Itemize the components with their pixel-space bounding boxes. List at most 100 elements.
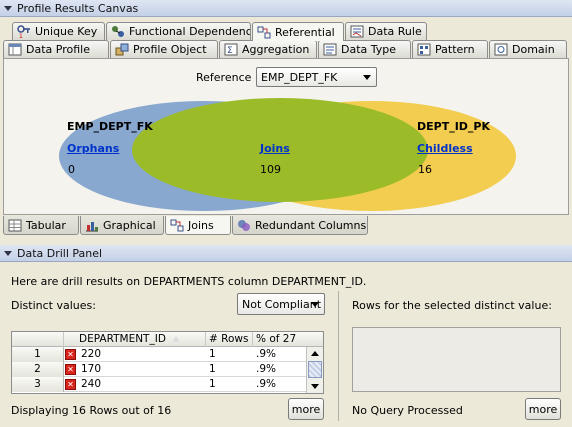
percent-cell: .9%	[256, 378, 276, 390]
non-compliant-icon: ✕	[65, 364, 76, 375]
rows-cell: 1	[209, 363, 216, 375]
tab-row-1: 1 Unique Key Functional Dependency Refer…	[0, 22, 572, 41]
more-rows-button[interactable]: more	[525, 398, 561, 420]
data-profile-icon	[8, 43, 22, 56]
tab-label: Aggregation	[242, 43, 310, 56]
reference-label: Reference :	[196, 71, 259, 84]
column-header-percent[interactable]: % of 27	[253, 332, 308, 347]
department-id-cell: 220	[81, 348, 102, 360]
tab-data-profile[interactable]: Data Profile	[3, 40, 109, 58]
query-status: No Query Processed	[352, 404, 463, 417]
table-header: DEPARTMENT_ID # Rows % of 27	[12, 332, 323, 347]
non-compliant-icon: ✕	[65, 379, 76, 390]
profile-results-title: Profile Results Canvas	[17, 1, 139, 15]
more-button[interactable]: more	[288, 398, 324, 420]
tab-label: Tabular	[26, 218, 66, 232]
compliance-filter-select[interactable]: Not Compliant	[237, 293, 325, 315]
row-number: 2	[12, 362, 64, 377]
scroll-up-icon[interactable]	[311, 351, 319, 356]
svg-text:1: 1	[19, 33, 23, 38]
tab-label: Data Profile	[26, 43, 90, 56]
tab-pattern[interactable]: Pattern	[412, 40, 488, 58]
row-number: 1	[12, 347, 64, 362]
tab-joins[interactable]: Joins	[165, 216, 231, 235]
collapse-icon[interactable]	[4, 5, 12, 11]
chevron-down-icon	[311, 302, 319, 307]
collapse-icon[interactable]	[4, 250, 12, 256]
tab-data-rule[interactable]: Data Rule	[345, 22, 427, 40]
data-rule-icon	[350, 25, 364, 38]
table-icon	[8, 219, 22, 232]
tab-label: Profile Object	[133, 43, 207, 56]
rows-cell: 1	[209, 378, 216, 390]
data-drill-title: Data Drill Panel	[17, 246, 103, 260]
column-header-department-id[interactable]: DEPARTMENT_ID	[76, 332, 206, 347]
selected-value-rows-box	[352, 327, 561, 392]
unique-key-icon: 1	[17, 25, 31, 40]
profile-results-header[interactable]: Profile Results Canvas	[0, 0, 572, 17]
joins-icon	[170, 219, 184, 232]
tab-label: Pattern	[435, 43, 475, 56]
tab-data-type[interactable]: Data Type	[318, 40, 411, 58]
pattern-icon	[417, 43, 431, 56]
tab-label: Data Rule	[368, 25, 422, 38]
row-number-header	[12, 332, 64, 347]
rows-for-value-label: Rows for the selected distinct value:	[352, 299, 552, 312]
orphans-count: 0	[68, 163, 75, 176]
tab-profile-object[interactable]: Profile Object	[110, 40, 218, 58]
reference-select[interactable]: EMP_DEPT_FK	[256, 67, 377, 87]
referential-icon	[257, 26, 271, 39]
sort-ascending-icon	[172, 336, 181, 342]
tab-tabular[interactable]: Tabular	[3, 216, 79, 235]
column-header-rows[interactable]: # Rows	[206, 332, 253, 347]
scroll-down-icon[interactable]	[311, 384, 319, 389]
joins-count: 109	[260, 163, 281, 176]
tab-label: Redundant Columns	[255, 218, 367, 232]
joins-link[interactable]: Joins	[260, 142, 290, 155]
venn-left-title: EMP_DEPT_FK	[67, 120, 153, 133]
tab-row-2: Data Profile Profile Object Σ Aggregatio…	[0, 40, 572, 58]
rows-cell: 1	[209, 348, 216, 360]
table-scrollbar[interactable]	[306, 347, 323, 393]
referential-canvas: Reference : EMP_DEPT_FK EMP_DEPT_FK Orph…	[3, 58, 569, 215]
redundant-columns-icon	[237, 219, 251, 232]
bar-chart-icon	[85, 219, 99, 232]
row-count-status: Displaying 16 Rows out of 16	[11, 404, 172, 417]
row-number: 3	[12, 377, 64, 392]
data-type-icon	[323, 43, 337, 56]
distinct-values-table[interactable]: DEPARTMENT_ID # Rows % of 27 1 ✕ 220 1 .…	[11, 331, 324, 394]
childless-link[interactable]: Childless	[417, 142, 473, 155]
venn-right-title: DEPT_ID_PK	[417, 120, 491, 133]
panel-divider	[338, 291, 339, 421]
tab-label: Referential	[275, 25, 335, 39]
table-row[interactable]: 1 ✕ 220 1 .9%	[12, 347, 306, 362]
childless-count: 16	[418, 163, 432, 176]
department-id-cell: 170	[81, 363, 102, 375]
tab-label: Unique Key	[35, 25, 98, 38]
compliance-filter-value: Not Compliant	[242, 297, 322, 311]
tab-domain[interactable]: Domain	[489, 40, 567, 58]
functional-dependency-icon	[111, 25, 125, 38]
tab-redundant-columns[interactable]: Redundant Columns	[232, 216, 368, 235]
tab-label: Functional Dependency	[129, 25, 251, 38]
data-drill-header[interactable]: Data Drill Panel	[0, 245, 572, 262]
tab-label: Data Type	[341, 43, 397, 56]
domain-icon	[494, 43, 508, 56]
tab-functional-dependency[interactable]: Functional Dependency	[106, 22, 251, 40]
non-compliant-icon: ✕	[65, 349, 76, 360]
tab-aggregation[interactable]: Σ Aggregation	[219, 40, 317, 58]
tab-referential[interactable]: Referential	[252, 22, 344, 41]
tab-label: Domain	[512, 43, 555, 56]
table-row[interactable]: 2 ✕ 170 1 .9%	[12, 362, 306, 377]
department-id-cell: 240	[81, 378, 102, 390]
table-row[interactable]: 3 ✕ 240 1 .9%	[12, 377, 306, 392]
orphans-link[interactable]: Orphans	[67, 142, 119, 155]
chevron-down-icon	[363, 75, 371, 80]
profile-object-icon	[115, 43, 129, 56]
reference-value: EMP_DEPT_FK	[261, 70, 338, 84]
tab-graphical[interactable]: Graphical	[80, 216, 164, 235]
tab-unique-key[interactable]: 1 Unique Key	[12, 22, 105, 40]
scroll-thumb[interactable]	[308, 361, 322, 378]
tab-label: Graphical	[103, 218, 156, 232]
aggregation-icon: Σ	[224, 43, 238, 56]
